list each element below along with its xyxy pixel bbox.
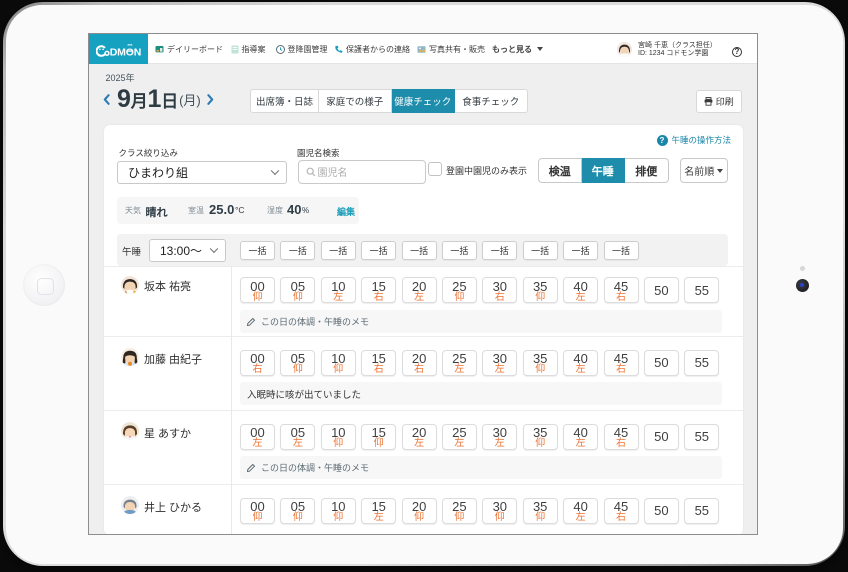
- svg-text:DMON: DMON: [110, 46, 141, 58]
